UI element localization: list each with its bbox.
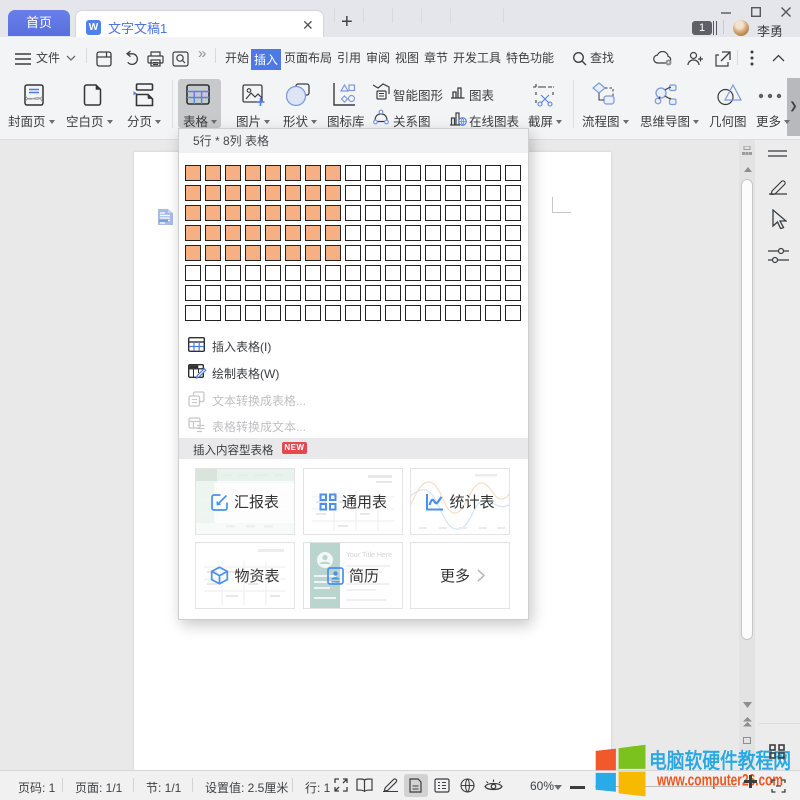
svg-text:Your Title Here: Your Title Here	[346, 552, 392, 559]
svg-text:www.computer26.com: www.computer26.com	[656, 772, 783, 790]
